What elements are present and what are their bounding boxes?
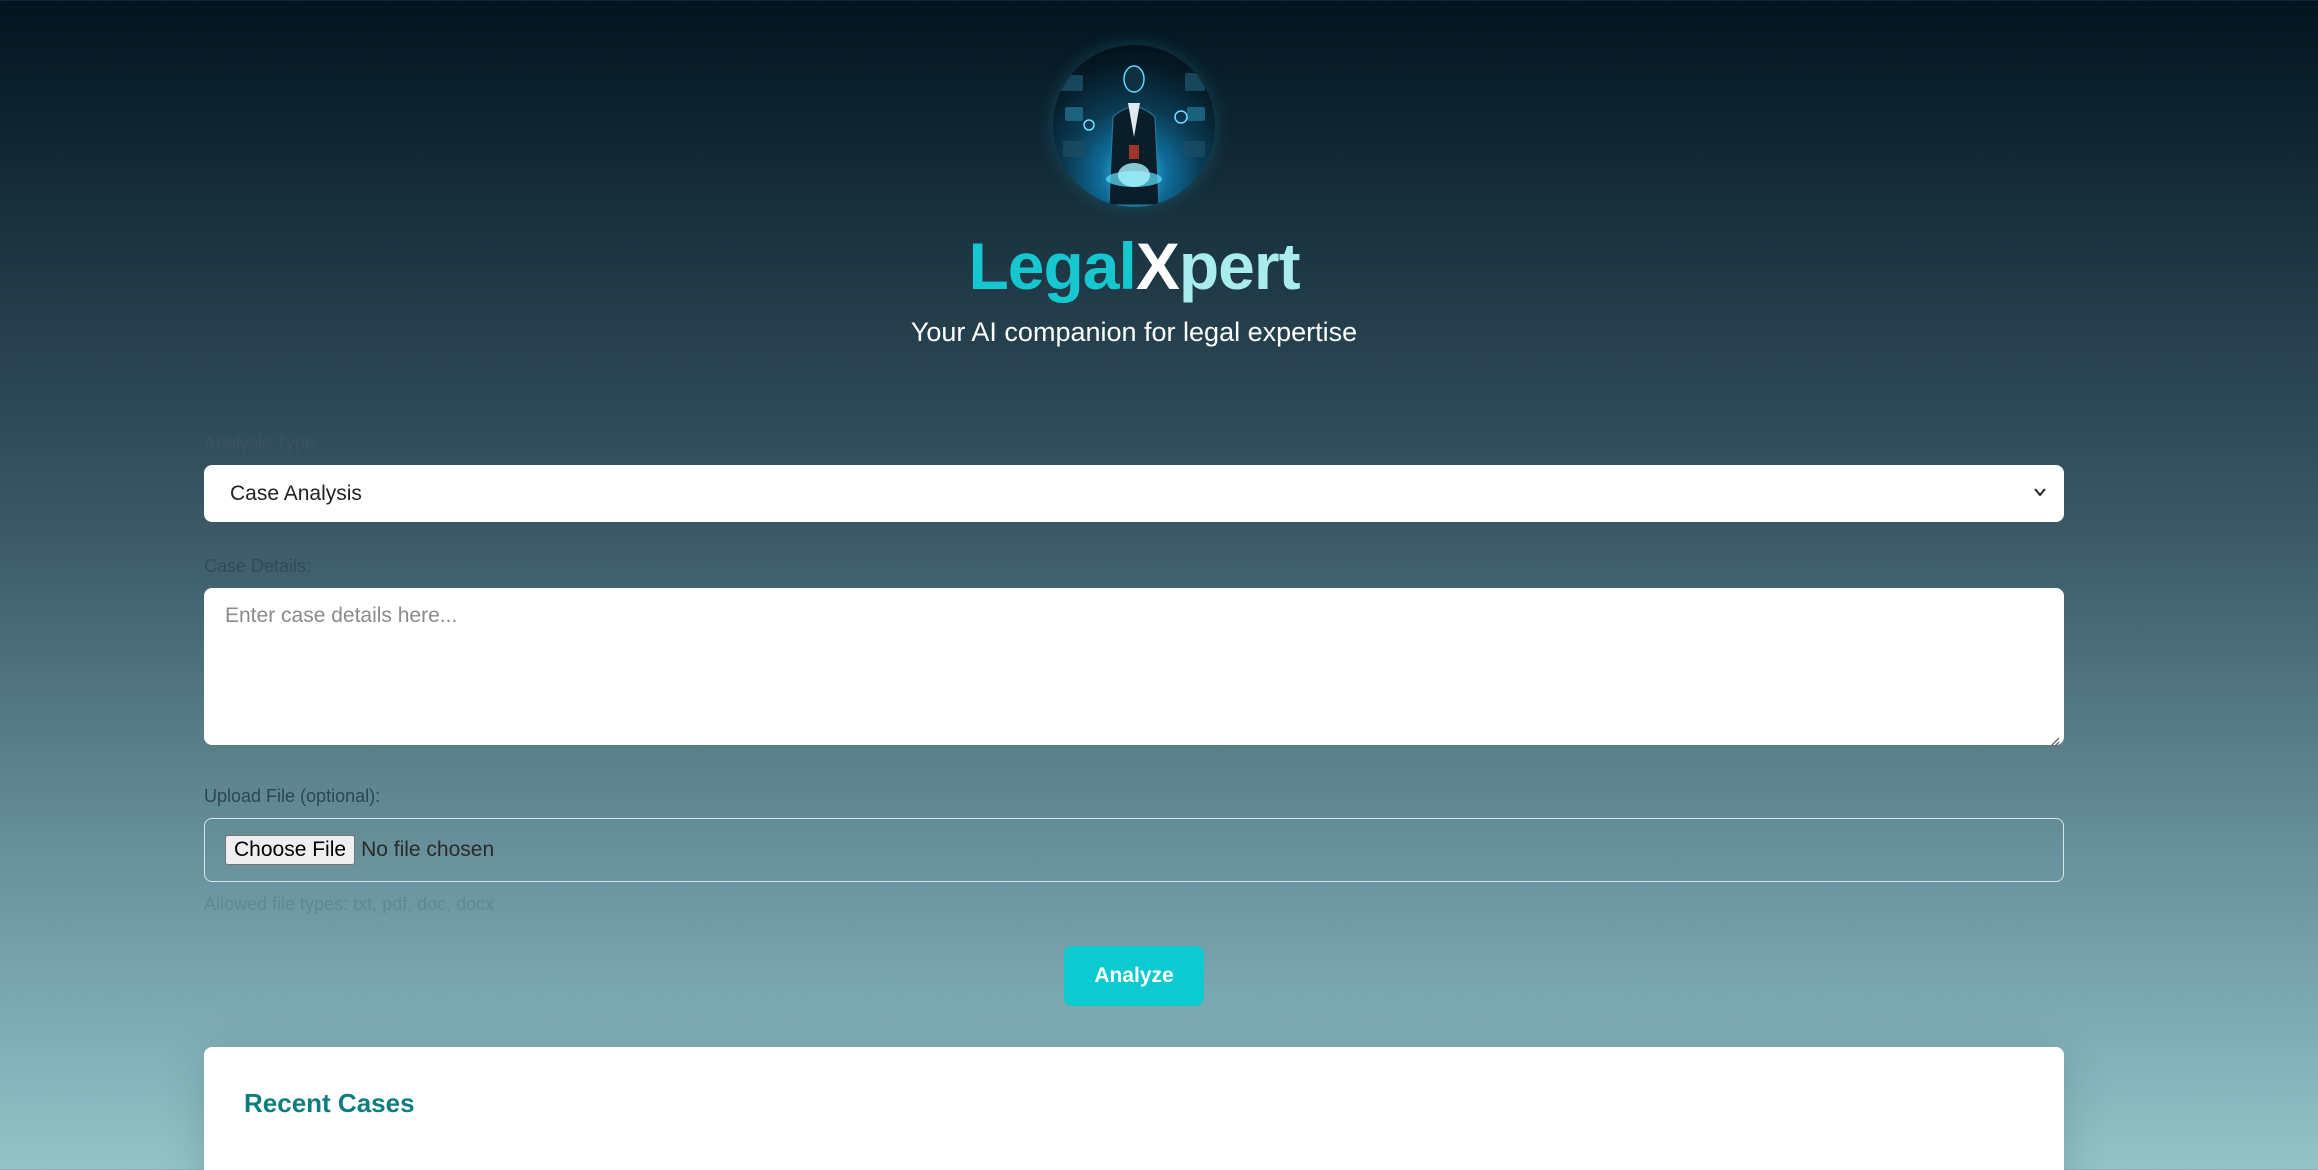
recent-cases-title: Recent Cases (244, 1088, 415, 1118)
recent-cases-card: Recent Cases (204, 1047, 2064, 1170)
ai-lawyer-avatar-icon (1053, 45, 1215, 207)
brand-title-part-legal: Legal (968, 229, 1136, 303)
case-details-label: Case Details: (204, 556, 312, 576)
choose-file-button[interactable]: Choose File (225, 835, 356, 865)
case-details-textarea[interactable]: Enter case details here... (204, 588, 2064, 747)
analysis-type-label: Analysis Type: (204, 433, 320, 453)
analysis-type-value: Case Analysis (230, 481, 362, 505)
tagline: Your AI companion for legal expertise (910, 317, 1358, 347)
analyze-button[interactable]: Analyze (1064, 946, 1204, 1006)
upload-file-label: Upload File (optional): (204, 786, 381, 806)
chevron-down-icon (2030, 482, 2050, 502)
brand-title-part-x: X (1135, 229, 1180, 303)
file-status-text: No file chosen (361, 838, 495, 861)
resize-grip-icon[interactable] (2048, 729, 2060, 747)
case-details-placeholder: Enter case details here... (225, 604, 458, 627)
file-upload-field[interactable]: Choose File No file chosen (204, 818, 2064, 882)
brand-title-part-pert: pert (1178, 229, 1301, 303)
analysis-type-select[interactable]: Case Analysis (204, 465, 2064, 522)
brand-title: LegalXpert (0, 226, 2268, 306)
allowed-file-types-hint: Allowed file types: txt, pdf, doc, docx (204, 894, 495, 914)
